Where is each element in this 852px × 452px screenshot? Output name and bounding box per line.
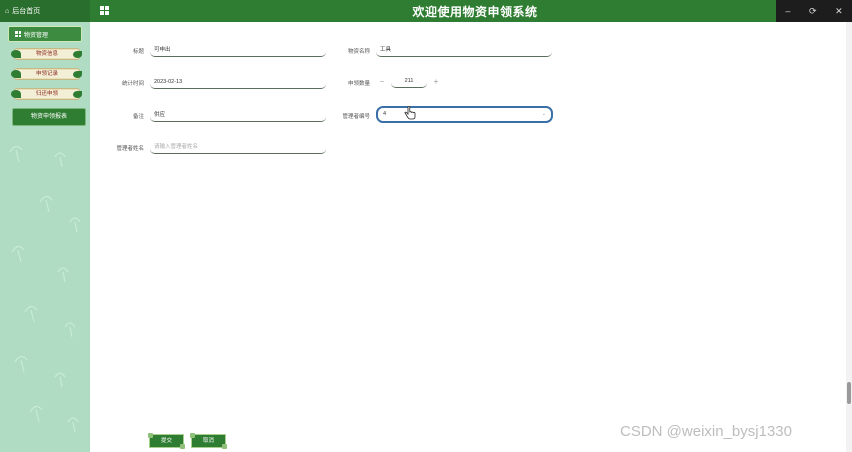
menu-toggle-icon[interactable] bbox=[100, 6, 109, 15]
decrement-button[interactable]: − bbox=[376, 76, 388, 88]
hand-cursor-icon bbox=[404, 106, 416, 120]
remark-input[interactable]: 供应 bbox=[150, 110, 326, 122]
date-label: 统计时间 bbox=[121, 81, 144, 87]
close-button[interactable]: ✕ bbox=[835, 6, 843, 17]
sidebar-item-return-apply[interactable]: 归还申领 bbox=[11, 88, 82, 100]
cancel-button[interactable]: 取消 bbox=[190, 433, 227, 449]
sidebar-item-label: 归还申领 bbox=[35, 91, 58, 97]
sidebar-item-label: 物资信息 bbox=[35, 51, 58, 57]
grid-icon bbox=[15, 31, 21, 37]
sidebar-grass-pattern bbox=[9, 145, 81, 433]
admin-name-label: 管理者姓名 bbox=[116, 146, 144, 152]
sidebar-item-apply-records[interactable]: 申领记录 bbox=[11, 68, 82, 80]
admin-id-label: 管理者编号 bbox=[342, 114, 370, 120]
home-label: 后台首页 bbox=[12, 8, 41, 15]
sidebar-item-label: 申领记录 bbox=[35, 71, 58, 77]
home-link[interactable]: ⌂ 后台首页 bbox=[0, 0, 90, 22]
home-icon: ⌂ bbox=[5, 7, 10, 15]
sidebar-item-apply-report[interactable]: 物资申领报表 bbox=[12, 108, 86, 126]
quantity-input[interactable]: 211 bbox=[391, 76, 427, 88]
top-bar: ⌂ 后台首页 欢迎使用物资申领系统 – ⟳ ✕ bbox=[0, 0, 852, 22]
page-title: 欢迎使用物资申领系统 bbox=[412, 5, 538, 19]
remark-label: 备注 bbox=[132, 114, 144, 120]
sidebar: 物资管理 物资信息 申领记录 归还申领 物资申领报表 bbox=[0, 22, 90, 452]
csdn-watermark: CSDN @weixin_bysj1330 bbox=[620, 423, 792, 440]
admin-id-select[interactable]: 4 ⌄ bbox=[376, 106, 553, 123]
scrollbar-thumb[interactable] bbox=[847, 382, 851, 404]
admin-id-value: 4 bbox=[383, 111, 387, 117]
window-controls: – ⟳ ✕ bbox=[776, 0, 852, 22]
sidebar-header-label: 物资管理 bbox=[24, 32, 49, 39]
minimize-button[interactable]: – bbox=[785, 6, 790, 16]
submit-button[interactable]: 提交 bbox=[148, 433, 185, 449]
admin-name-input[interactable]: 请输入管理者姓名 bbox=[150, 142, 326, 154]
quantity-stepper: − 211 + bbox=[376, 75, 444, 89]
app-window: ⌂ 后台首页 欢迎使用物资申领系统 – ⟳ ✕ 物资管理 物资信息 申领记录 归… bbox=[0, 0, 852, 452]
increment-button[interactable]: + bbox=[430, 76, 442, 88]
restore-button[interactable]: ⟳ bbox=[809, 6, 817, 17]
sidebar-item-material-info[interactable]: 物资信息 bbox=[11, 48, 82, 60]
title-input[interactable]: 可申出 bbox=[150, 45, 326, 57]
sidebar-header-materials[interactable]: 物资管理 bbox=[8, 26, 82, 42]
date-input[interactable]: 2023-02-13 bbox=[150, 77, 326, 89]
material-name-input[interactable]: 工具 bbox=[376, 45, 552, 57]
material-name-label: 物资名称 bbox=[347, 49, 370, 55]
quantity-label: 申领数量 bbox=[347, 81, 370, 87]
chevron-down-icon: ⌄ bbox=[541, 111, 546, 117]
title-label: 标题 bbox=[132, 49, 144, 55]
